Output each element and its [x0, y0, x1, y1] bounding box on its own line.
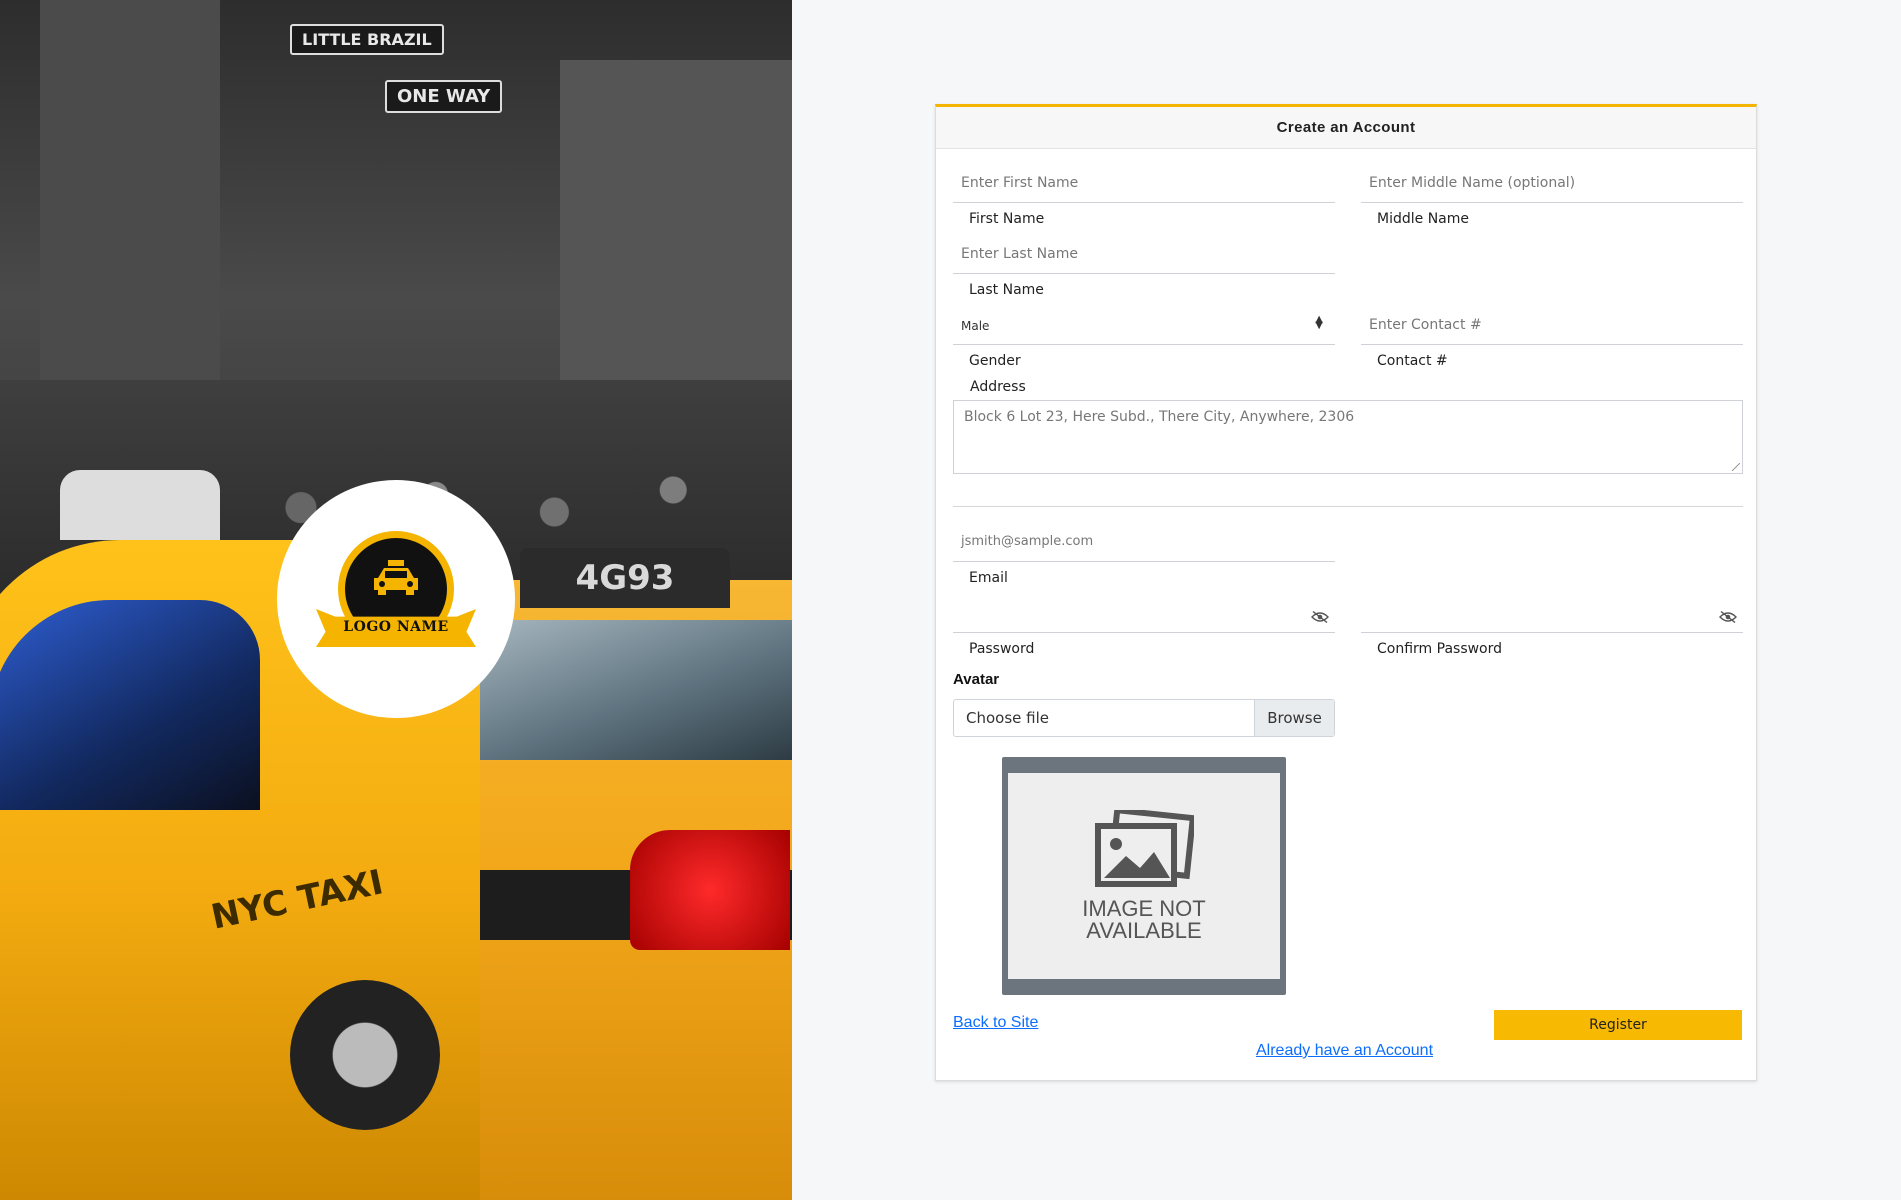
building: [560, 60, 792, 390]
gender-value: Male: [961, 319, 990, 333]
first-name-group: Enter First Name First Name: [953, 157, 1335, 227]
last-name-group: Enter Last Name Last Name: [953, 228, 1335, 298]
password-label: Password: [969, 641, 1035, 657]
registration-card: Create an Account Enter First Name First…: [935, 104, 1757, 1081]
address-placeholder: Block 6 Lot 23, Here Subd., There City, …: [964, 409, 1355, 425]
password-input[interactable]: [953, 587, 1335, 633]
email-input[interactable]: jsmith@sample.com: [953, 516, 1335, 562]
taxi-icon: [374, 560, 418, 595]
password-group: Password: [953, 587, 1335, 657]
taxi-wheel: [290, 980, 440, 1130]
address-textarea[interactable]: Block 6 Lot 23, Here Subd., There City, …: [953, 400, 1743, 474]
login-link[interactable]: Already have an Account: [1256, 1042, 1433, 1060]
first-name-label: First Name: [969, 211, 1045, 227]
register-button[interactable]: Register: [1494, 1010, 1742, 1040]
gender-group: Male ▲ ▼ Gender: [953, 299, 1335, 369]
card-title: Create an Account: [936, 107, 1756, 149]
first-name-input[interactable]: Enter First Name: [953, 157, 1335, 203]
building: [40, 0, 220, 420]
gender-select[interactable]: Male ▲ ▼: [953, 299, 1335, 345]
confirm-password-label: Confirm Password: [1377, 641, 1503, 657]
taxi-roof-sign-left: [60, 470, 220, 540]
gender-label: Gender: [969, 353, 1021, 369]
na-line-2: AVAILABLE: [1086, 918, 1202, 943]
logo-badge: LOGO NAME: [316, 529, 476, 669]
back-to-site-link[interactable]: Back to Site: [953, 1014, 1038, 1032]
divider: [953, 506, 1743, 507]
email-group: jsmith@sample.com Email: [953, 516, 1335, 586]
avatar-preview: IMAGE NOT AVAILABLE: [1002, 757, 1286, 995]
address-label: Address: [970, 379, 1026, 395]
eye-slash-icon[interactable]: [1719, 611, 1737, 623]
file-placeholder: Choose file: [966, 709, 1049, 727]
contact-group: Enter Contact # Contact #: [1361, 299, 1743, 369]
taxi-window: [0, 600, 260, 810]
avatar-placeholder-image: IMAGE NOT AVAILABLE: [1008, 773, 1280, 979]
confirm-password-input[interactable]: [1361, 587, 1743, 633]
logo: LOGO NAME: [277, 480, 515, 718]
avatar-file-input[interactable]: Choose file Browse: [953, 699, 1335, 737]
middle-name-label: Middle Name: [1377, 211, 1469, 227]
middle-name-group: Enter Middle Name (optional) Middle Name: [1361, 157, 1743, 227]
taxi-tail-light: [630, 830, 790, 950]
email-label: Email: [969, 570, 1008, 586]
image-icon: [1095, 810, 1194, 887]
sort-caret-icon: ▲ ▼: [1315, 314, 1323, 331]
contact-label: Contact #: [1377, 353, 1448, 369]
browse-button[interactable]: Browse: [1254, 700, 1334, 736]
resize-grip-icon[interactable]: [1732, 463, 1740, 471]
avatar-label: Avatar: [953, 671, 1000, 688]
last-name-input[interactable]: Enter Last Name: [953, 228, 1335, 274]
middle-name-input[interactable]: Enter Middle Name (optional): [1361, 157, 1743, 203]
contact-input[interactable]: Enter Contact #: [1361, 299, 1743, 345]
last-name-label: Last Name: [969, 282, 1044, 298]
taxi-label: NYC TAXI: [207, 862, 387, 938]
taxi-roof-sign: 4G93: [520, 548, 730, 608]
image-not-available-text: IMAGE NOT AVAILABLE: [1082, 898, 1205, 942]
confirm-password-group: Confirm Password: [1361, 587, 1743, 657]
street-sign: LITTLE BRAZIL: [290, 24, 444, 55]
eye-slash-icon[interactable]: [1311, 611, 1329, 623]
one-way-sign: ONE WAY: [385, 80, 503, 113]
logo-text: LOGO NAME: [343, 619, 449, 635]
